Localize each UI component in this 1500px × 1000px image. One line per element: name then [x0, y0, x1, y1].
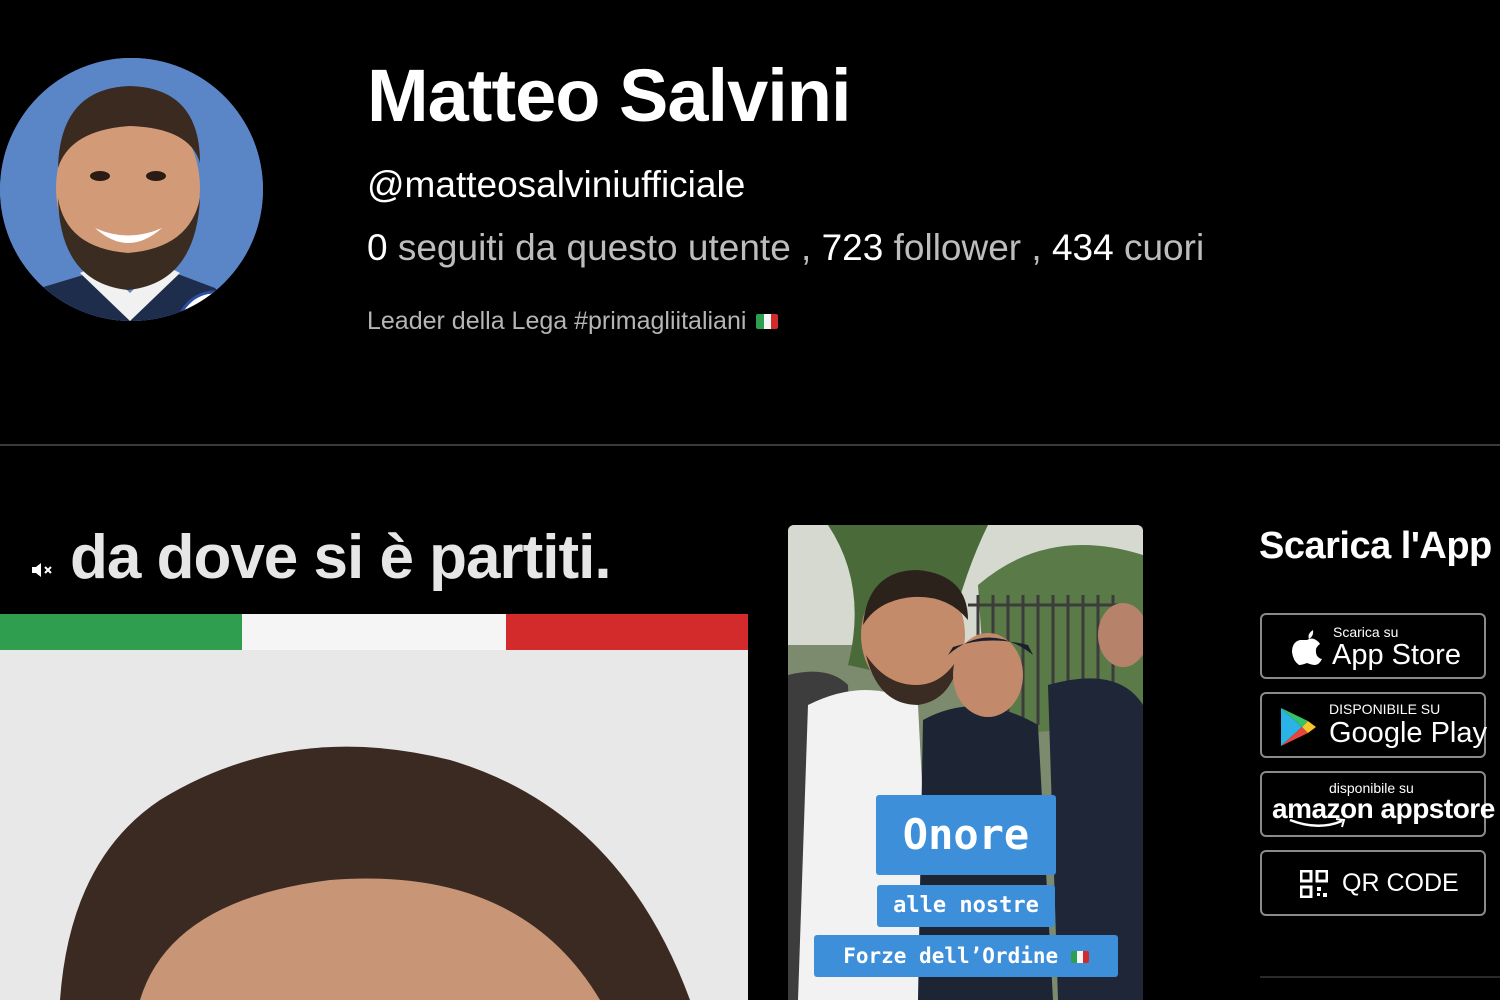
following-count: 0	[367, 227, 388, 268]
app-store-button[interactable]: Scarica su App Store	[1260, 613, 1486, 679]
video-tag-forze-text: Forze dell’Ordine	[843, 944, 1059, 968]
profile-name: Matteo Salvini	[367, 54, 852, 137]
bio-text: Leader della Lega #primagliitaliani	[367, 307, 747, 335]
amazon-appstore-button[interactable]: disponibile su amazon appstore	[1260, 771, 1495, 837]
following-label: seguiti da questo utente ,	[387, 227, 822, 268]
video-tag-forze: Forze dell’Ordine	[814, 935, 1118, 977]
followers-label: follower ,	[883, 227, 1052, 268]
video-tag-onore: Onore	[876, 795, 1056, 875]
video-card-2[interactable]: Onore alle nostre Forze dell’Ordine	[788, 525, 1143, 1000]
italy-flag-icon	[1070, 951, 1089, 963]
hearts-count: 434	[1051, 227, 1114, 268]
hearts-label: cuori	[1113, 227, 1205, 268]
apple-icon	[1292, 630, 1322, 665]
amazon-smile-icon	[1289, 818, 1346, 828]
qr-code-button[interactable]: QR CODE	[1260, 850, 1486, 916]
header-divider	[0, 444, 1500, 446]
mute-icon[interactable]	[30, 560, 56, 580]
video-thumbnail	[788, 525, 1143, 1000]
followers-count: 723	[821, 227, 884, 268]
app-store-label: App Store	[1332, 639, 1461, 671]
google-play-button[interactable]: DISPONIBILE SU Google Play	[1260, 692, 1487, 758]
avatar-photo	[0, 58, 263, 321]
video-tag-alle: alle nostre	[877, 885, 1055, 927]
video-thumbnail	[0, 650, 748, 1000]
video-card-1[interactable]: da dove si è partiti.	[0, 524, 748, 1000]
profile-handle: @matteosalviniufficiale	[367, 164, 746, 205]
qr-code-label: QR CODE	[1342, 869, 1459, 897]
italy-flag-icon	[756, 313, 779, 329]
italy-stripes	[0, 614, 748, 650]
profile-bio: Leader della Lega #primagliitaliani	[367, 305, 779, 337]
google-play-label: Google Play	[1329, 717, 1487, 749]
download-app-title: Scarica l'App	[1259, 525, 1492, 567]
profile-stats: 0 seguiti da questo utente , 723 followe…	[367, 226, 1204, 270]
google-play-small: DISPONIBILE SU	[1329, 701, 1441, 717]
google-play-icon	[1281, 708, 1316, 746]
sidebar-divider	[1260, 976, 1500, 978]
qr-code-icon	[1300, 870, 1328, 898]
profile-avatar	[0, 58, 263, 321]
video-caption: da dove si è partiti.	[70, 524, 612, 592]
